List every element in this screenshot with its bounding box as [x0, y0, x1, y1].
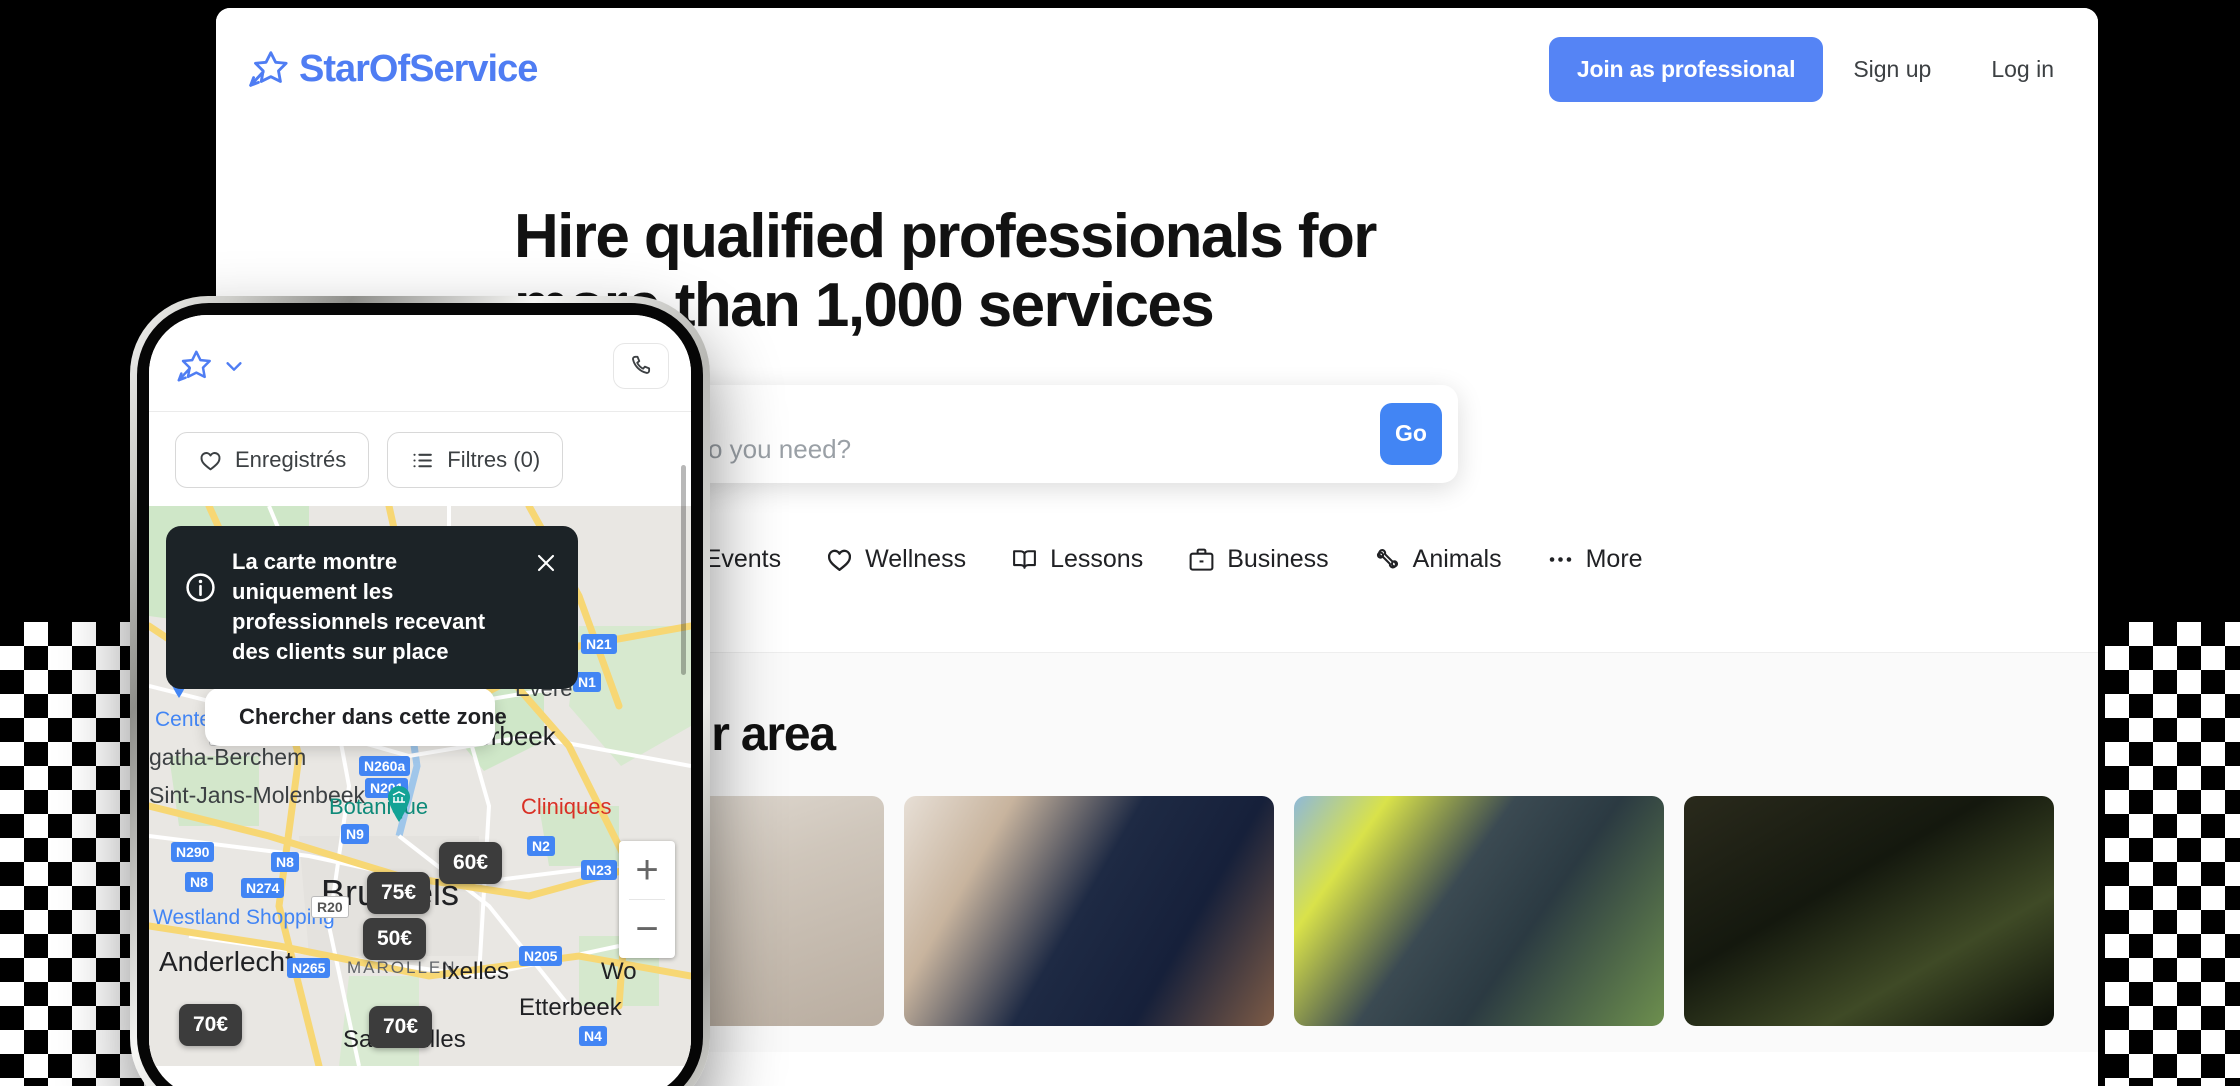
category-more[interactable]: More [1546, 545, 1665, 574]
star-shooting-icon [249, 51, 288, 87]
map-place-label: Ixelles [441, 958, 510, 985]
open-book-icon [1013, 550, 1037, 569]
star-shooting-icon [177, 350, 211, 382]
map-zoom-in-button[interactable]: + [619, 841, 675, 899]
map-road-shield: N8 [271, 852, 299, 872]
search-this-area-button[interactable]: Chercher dans cette zone [205, 688, 507, 746]
app-logo[interactable] [173, 346, 245, 386]
category-animals[interactable]: Animals [1373, 545, 1524, 574]
map-road-shield: N8 [185, 872, 213, 892]
map-place-label: Cliniques [521, 794, 612, 819]
ellipsis-icon [1549, 557, 1571, 562]
phone-screen: Enregistrés Filtres (0) Evere Center gat… [149, 315, 691, 1086]
map-zoom-out-button[interactable]: − [619, 900, 675, 958]
map-road-shield: N21 [581, 634, 617, 654]
heart-icon [828, 549, 852, 571]
map-zoom-controls: + − [619, 841, 675, 958]
sign-up-link[interactable]: Sign up [1823, 56, 1961, 83]
screenshot-stage: StarOfService Join as professional Sign … [0, 0, 2240, 1086]
category-label: More [1585, 544, 1643, 573]
map-road-shield: N9 [341, 824, 369, 844]
saved-chip[interactable]: Enregistrés [175, 432, 370, 488]
join-as-professional-button[interactable]: Join as professional [1548, 36, 1824, 102]
map-road-shield: N23 [581, 860, 617, 880]
map-price-pin[interactable]: 75€ [367, 872, 431, 914]
log-in-link[interactable]: Log in [1961, 56, 2054, 83]
map-place-label: Wo [601, 958, 637, 985]
heart-icon [200, 451, 221, 470]
category-business[interactable]: Business [1187, 545, 1350, 574]
map-price-pin[interactable]: 70€ [179, 1004, 243, 1046]
map-place-label: Westland Shopping [153, 906, 335, 929]
search-this-area-label: Chercher dans cette zone [239, 704, 507, 729]
map-road-shield: N290 [171, 842, 215, 862]
bone-icon [1376, 548, 1398, 569]
tooltip-message: La carte montre uniquement les professio… [232, 549, 486, 665]
phone-icon [632, 355, 651, 374]
map-area[interactable]: LaekenLAEKENEvereSchaerbeekCentergatha-B… [149, 506, 691, 1066]
header-actions: Join as professional Sign up Log in [1548, 36, 2054, 102]
map-road-shield: N205 [519, 946, 563, 966]
chip-label: Enregistrés [235, 447, 347, 472]
map-road-shield: N265 [287, 958, 331, 978]
service-card[interactable] [904, 795, 1274, 1026]
app-header [149, 315, 691, 401]
chip-label: Filtres (0) [447, 447, 541, 472]
map-place-label: Etterbeek [519, 994, 622, 1021]
map-price-pin[interactable]: 50€ [363, 918, 427, 960]
search-go-button[interactable]: Go [1380, 402, 1442, 465]
category-label: Business [1227, 544, 1329, 573]
map-road-shield: R20 [311, 896, 349, 918]
category-wellness[interactable]: Wellness [825, 545, 988, 574]
filters-chip[interactable]: Filtres (0) [387, 432, 564, 488]
call-button[interactable] [613, 343, 669, 389]
poi-museum-pin-icon[interactable] [385, 786, 413, 822]
transparency-checkerboard-right [2105, 622, 2240, 1086]
map-info-tooltip: La carte montre uniquement les professio… [166, 526, 578, 689]
map-road-shield: N260a [359, 756, 411, 776]
map-price-pin[interactable]: 60€ [439, 842, 503, 884]
filter-chip-row: Enregistrés Filtres (0) [149, 412, 691, 506]
site-header: StarOfService Join as professional Sign … [216, 8, 2098, 130]
category-label: Animals [1412, 544, 1502, 573]
map-road-shield: N4 [579, 1026, 607, 1046]
briefcase-icon [1189, 548, 1214, 571]
service-card-row [514, 795, 2054, 1026]
scrollbar[interactable] [681, 465, 686, 675]
category-label: Wellness [865, 544, 967, 573]
map-place-label: gatha-Berchem [149, 744, 307, 770]
section-heading: es in your area [514, 707, 836, 761]
chevron-down-icon[interactable] [223, 355, 245, 377]
category-label: Events [704, 544, 782, 573]
category-label: Lessons [1050, 544, 1144, 573]
map-price-pin[interactable]: 70€ [369, 1006, 433, 1048]
service-card[interactable] [1684, 795, 2054, 1026]
category-lessons[interactable]: Lessons [1010, 545, 1165, 574]
phone-mockup: Enregistrés Filtres (0) Evere Center gat… [130, 296, 710, 1086]
list-icon [413, 453, 433, 467]
site-logo-text: StarOfService [299, 47, 538, 90]
map-road-shield: N274 [241, 878, 285, 898]
map-place-label: Anderlecht [159, 946, 293, 977]
info-circle-icon [186, 573, 215, 602]
service-card[interactable] [1294, 795, 1664, 1026]
site-logo[interactable]: StarOfService [244, 46, 538, 92]
close-icon[interactable] [534, 551, 558, 575]
map-road-shield: N2 [527, 836, 555, 856]
